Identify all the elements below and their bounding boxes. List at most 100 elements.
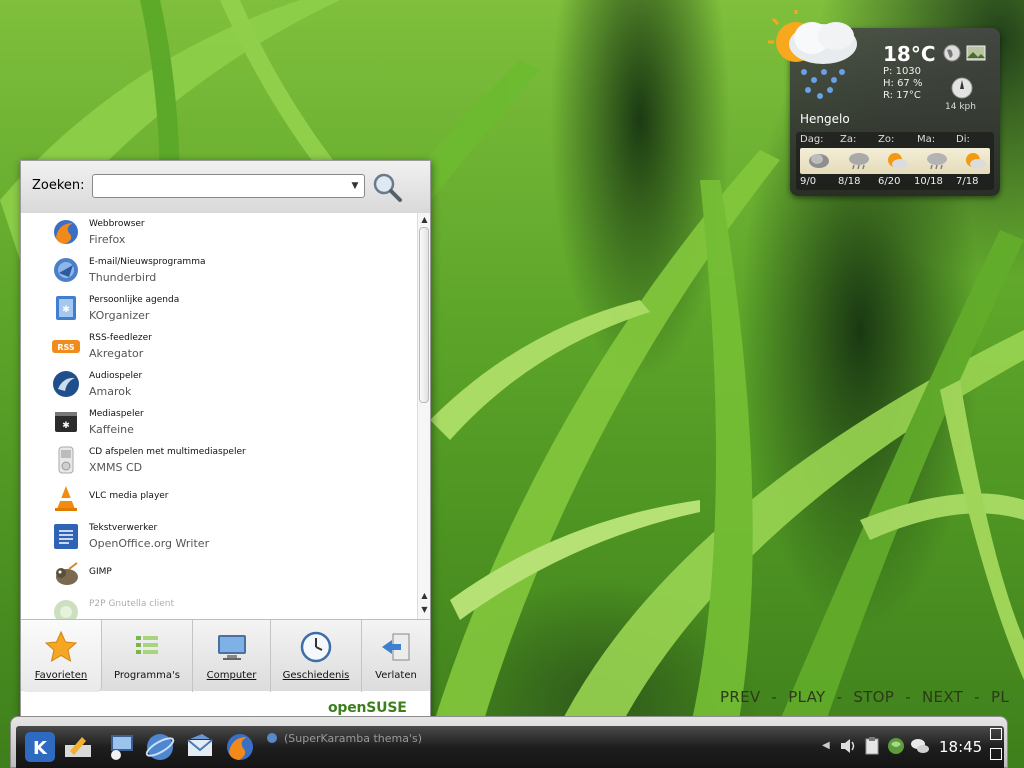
list-item[interactable]: P2P Gnutella client xyxy=(21,593,417,619)
gnutella-icon xyxy=(54,600,78,619)
gimp-icon xyxy=(56,562,78,585)
programs-icon xyxy=(136,636,158,654)
mail-icon[interactable] xyxy=(184,731,216,763)
list-item[interactable]: GIMP xyxy=(21,555,417,593)
item-name: XMMS CD xyxy=(89,461,143,474)
chat-icon[interactable] xyxy=(910,736,930,756)
logout-icon xyxy=(382,633,410,661)
list-item[interactable]: Tekstverwerker OpenOffice.org Writer xyxy=(21,517,417,555)
desktop-icon[interactable] xyxy=(62,731,94,763)
media-controls: PREV - PLAY - STOP - NEXT - PL xyxy=(720,688,1015,706)
globe-icon[interactable] xyxy=(943,44,961,62)
separator: - xyxy=(836,688,843,706)
firefox-icon xyxy=(54,220,78,244)
clock-icon xyxy=(300,631,332,663)
item-category: Webbrowser xyxy=(89,219,145,229)
xmms-icon xyxy=(58,446,74,474)
svg-text:K: K xyxy=(33,738,48,759)
firefox-icon[interactable] xyxy=(224,731,256,763)
landscape-icon[interactable] xyxy=(966,44,986,62)
forecast-temps: 10/18 xyxy=(914,176,943,187)
network-icon[interactable] xyxy=(886,736,906,756)
search-label: Zoeken: xyxy=(32,178,85,193)
tab-history[interactable]: Geschiedenis xyxy=(271,620,362,692)
prev-button[interactable]: PREV xyxy=(720,688,760,706)
item-name: Akregator xyxy=(89,347,144,360)
terminal-icon[interactable] xyxy=(106,731,138,763)
volume-icon[interactable] xyxy=(838,736,858,756)
showers-icon xyxy=(927,153,947,170)
tab-label: Verlaten xyxy=(375,670,417,681)
item-name: Kaffeine xyxy=(89,423,134,436)
forecast-panel: Dag: Za: Zo: Ma: Di: 9/0 8/18 6/20 10/18… xyxy=(796,132,994,190)
list-item[interactable]: Webbrowser Firefox xyxy=(21,213,417,251)
separator: - xyxy=(905,688,911,706)
play-button[interactable]: PLAY xyxy=(788,688,825,706)
item-name: GIMP xyxy=(89,567,112,577)
tab-label: Computer xyxy=(206,670,257,681)
task-button[interactable]: (SuperKaramba thema's) xyxy=(284,732,422,745)
scroll-up-icon[interactable]: ▲ xyxy=(419,591,430,602)
forecast-temps: 9/0 xyxy=(800,176,817,187)
list-item[interactable]: VLC media player xyxy=(21,479,417,517)
konqueror-icon[interactable] xyxy=(144,731,176,763)
partly-sunny-icon xyxy=(888,153,908,169)
tray-expand-icon[interactable]: ◀ xyxy=(822,740,830,751)
show-desktop-button[interactable] xyxy=(990,728,1002,740)
tab-leave[interactable]: Verlaten xyxy=(362,620,430,692)
partly-sunny-icon xyxy=(966,153,986,169)
item-category: Persoonlijke agenda xyxy=(89,295,180,305)
item-name: OpenOffice.org Writer xyxy=(89,537,210,550)
clock[interactable]: 18:45 xyxy=(939,738,982,756)
forecast-day: Di: xyxy=(956,134,970,145)
list-item[interactable]: Audiospeler Amarok xyxy=(21,365,417,403)
stop-button[interactable]: STOP xyxy=(853,688,894,706)
tab-programs[interactable]: Programma's xyxy=(102,620,193,692)
pressure: P: 1030 xyxy=(883,66,922,77)
superkaramba-icon xyxy=(267,733,277,743)
chevron-down-icon[interactable]: ▼ xyxy=(347,178,363,194)
window-list-button[interactable] xyxy=(990,748,1002,760)
favorites-list: Webbrowser Firefox E-mail/Nieuwsprogramm… xyxy=(21,213,417,619)
separator: - xyxy=(771,688,778,706)
playlist-button[interactable]: PL xyxy=(991,688,1009,706)
tab-favorites[interactable]: Favorieten xyxy=(21,620,102,692)
item-category: Tekstverwerker xyxy=(89,523,158,533)
item-category: E-mail/Nieuwsprogramma xyxy=(89,257,206,267)
search-bar: Zoeken: ▼ xyxy=(21,161,430,213)
search-input[interactable] xyxy=(92,174,365,198)
menu-tabs: Favorieten Programma's Computer Geschied… xyxy=(21,619,430,692)
forecast-temps: 7/18 xyxy=(956,176,979,187)
scroll-down-icon[interactable]: ▼ xyxy=(419,605,430,616)
amarok-icon xyxy=(53,371,79,397)
klipper-icon[interactable] xyxy=(862,736,882,756)
scrollbar-thumb[interactable] xyxy=(419,227,429,403)
forecast-temps: 8/18 xyxy=(838,176,861,187)
item-category: RSS-feedlezer xyxy=(89,333,152,343)
weather-widget[interactable]: 18°C P: 1030 H: 67 % R: 17°C 14 kph Heng… xyxy=(768,10,1000,196)
kde-menu-icon[interactable]: K xyxy=(24,731,56,763)
tab-label: Favorieten xyxy=(34,670,88,681)
next-button[interactable]: NEXT xyxy=(922,688,963,706)
list-item[interactable]: ✱ Persoonlijke agenda KOrganizer xyxy=(21,289,417,327)
search-icon[interactable] xyxy=(371,171,403,203)
forecast-temps: 6/20 xyxy=(878,176,901,187)
showers-icon xyxy=(849,153,869,170)
forecast-day: Zo: xyxy=(878,134,895,145)
opensuse-logo: openSUSE xyxy=(328,700,407,716)
computer-icon xyxy=(217,635,246,660)
svg-text:✱: ✱ xyxy=(62,305,70,315)
list-item[interactable]: CD afspelen met multimediaspeler XMMS CD xyxy=(21,441,417,479)
writer-icon xyxy=(54,524,78,549)
tab-computer[interactable]: Computer xyxy=(193,620,271,692)
scrollbar[interactable]: ▲ ▲ ▼ xyxy=(417,213,430,619)
temperature: 18°C xyxy=(883,42,936,66)
list-item[interactable]: E-mail/Nieuwsprogramma Thunderbird xyxy=(21,251,417,289)
svg-text:✱: ✱ xyxy=(62,421,70,431)
list-item[interactable]: RSS RSS-feedlezer Akregator xyxy=(21,327,417,365)
list-item[interactable]: ✱ Mediaspeler Kaffeine xyxy=(21,403,417,441)
item-name: Thunderbird xyxy=(89,271,157,284)
item-category: Audiospeler xyxy=(89,371,143,381)
scroll-up-icon[interactable]: ▲ xyxy=(419,215,430,226)
kaffeine-icon: ✱ xyxy=(55,412,77,432)
